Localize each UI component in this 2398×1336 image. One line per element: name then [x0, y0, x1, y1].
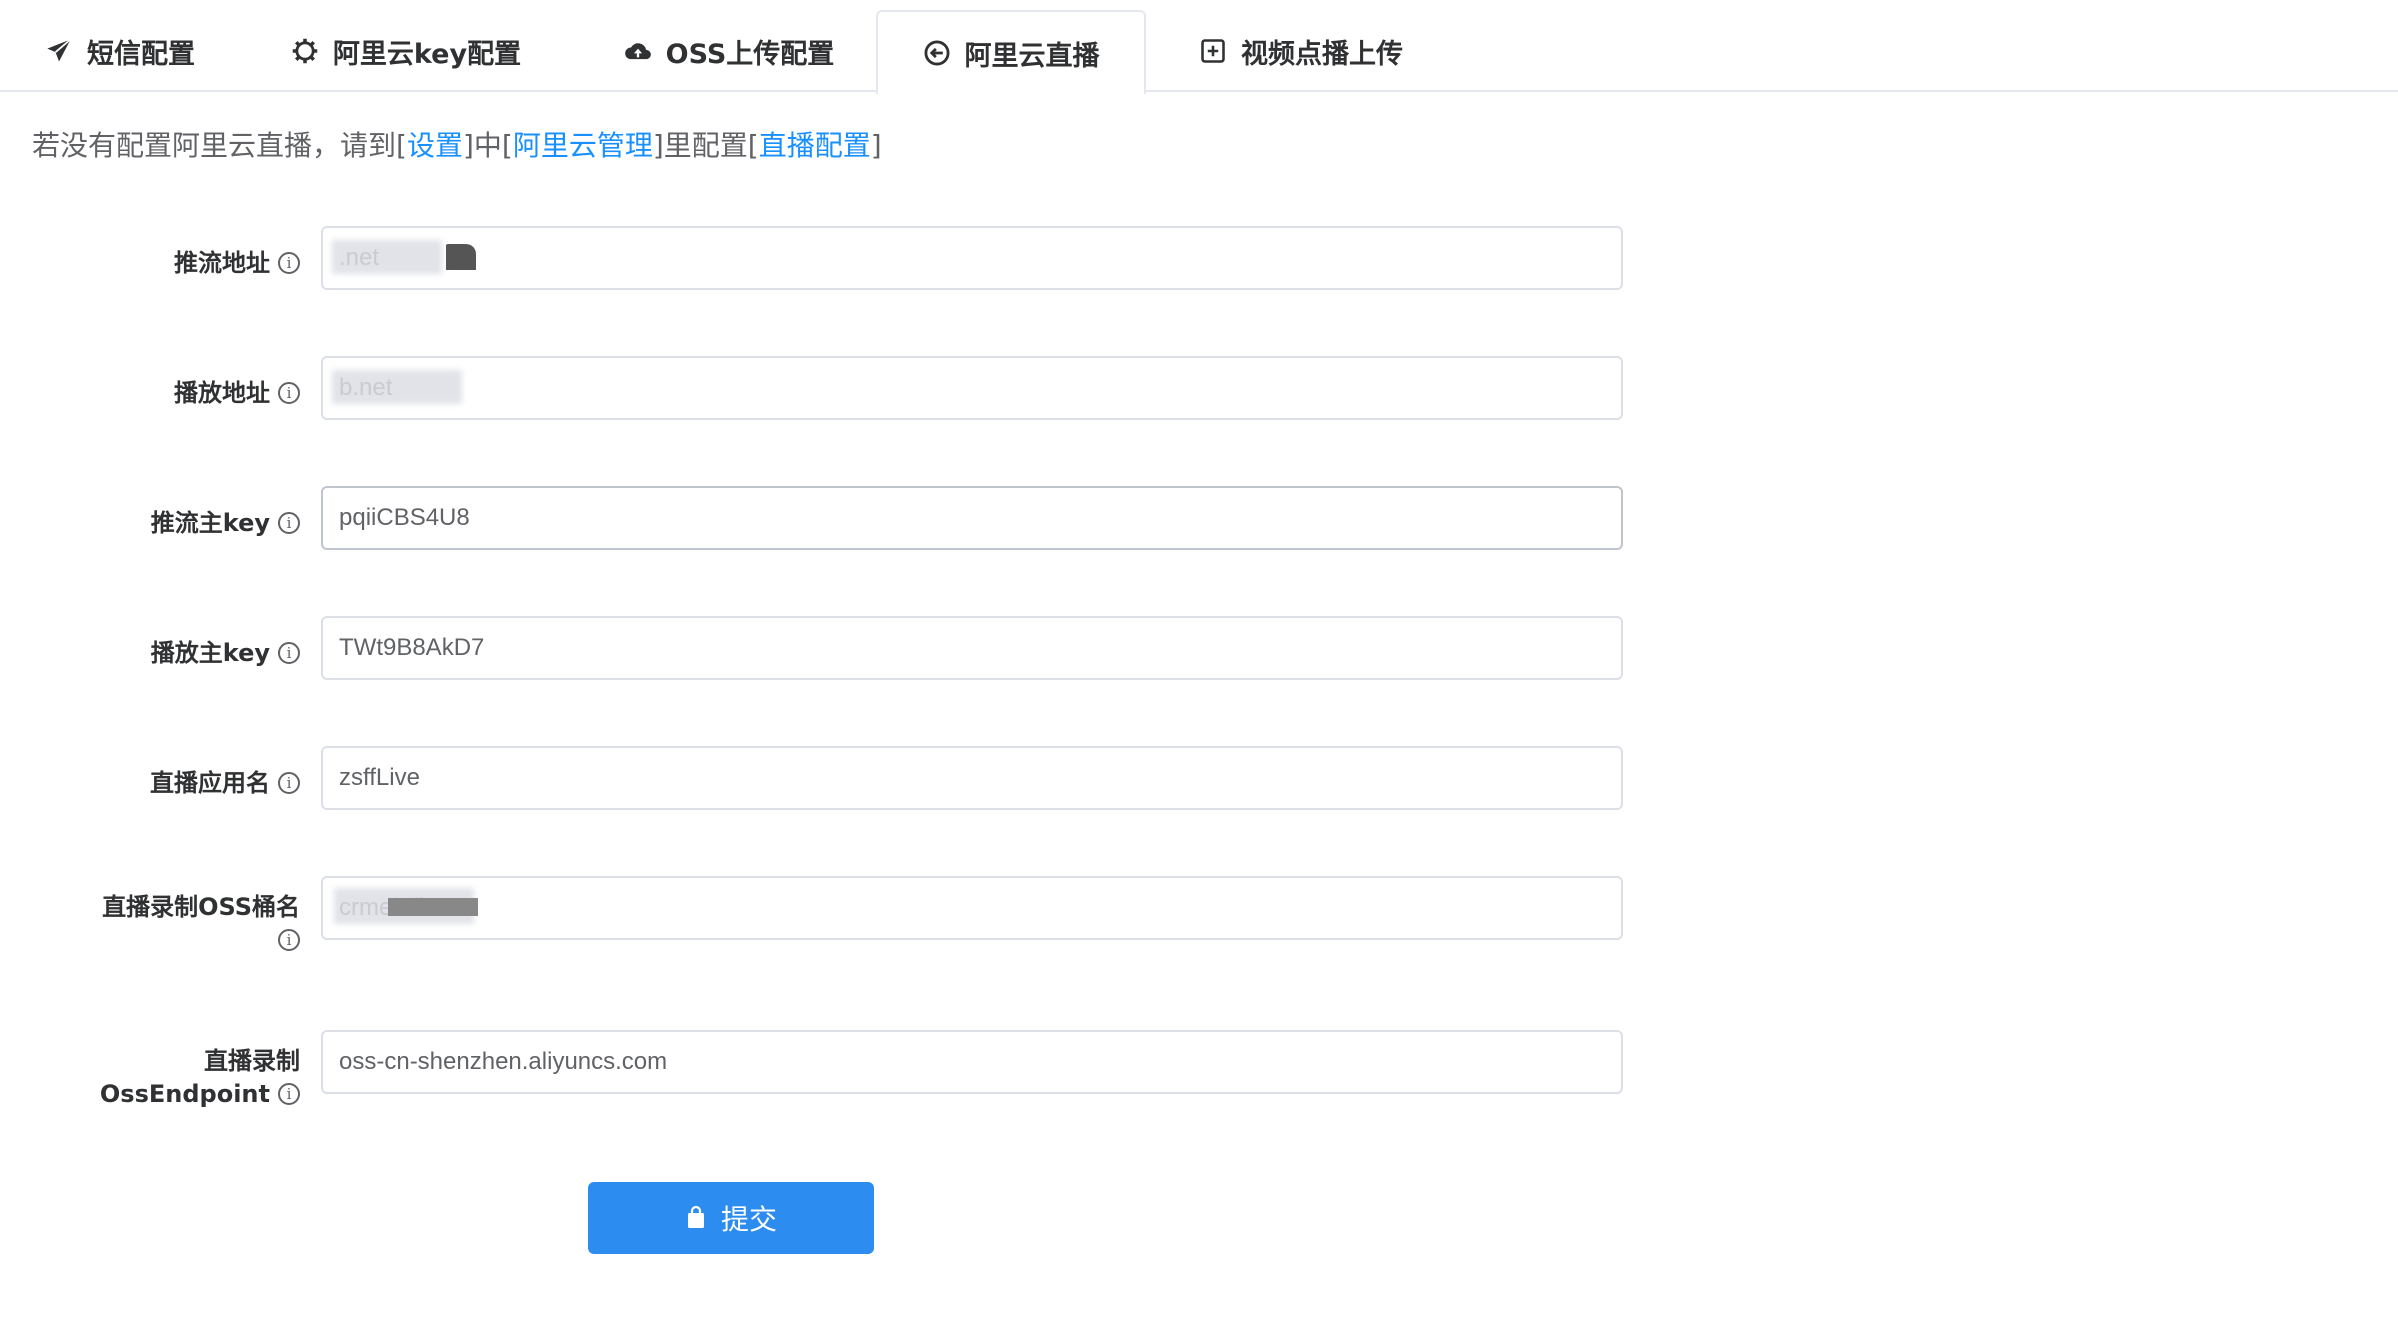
oss-bucket-input[interactable]	[321, 876, 1623, 940]
tab-label: 阿里云key配置	[332, 38, 522, 70]
redaction-mask	[332, 240, 442, 274]
tab-sms-config[interactable]: 短信配置	[30, 10, 210, 92]
app-name-input[interactable]	[321, 746, 1623, 810]
redaction-mask	[446, 244, 476, 270]
submit-label: 提交	[720, 1203, 777, 1236]
redaction-mask	[332, 370, 462, 404]
tab-label: 短信配置	[87, 38, 195, 70]
field-label: 直播应用名 i	[150, 766, 300, 799]
play-key-input[interactable]	[321, 616, 1623, 680]
plus-square-icon	[1199, 37, 1227, 65]
info-icon[interactable]: i	[278, 772, 300, 794]
cloud-upload-icon	[624, 37, 652, 65]
field-label: 播放地址 i	[174, 376, 300, 409]
circle-arrow-left-icon	[923, 39, 951, 67]
play-domain-input[interactable]	[321, 356, 1623, 420]
info-icon[interactable]: i	[278, 929, 300, 951]
info-icon[interactable]: i	[278, 512, 300, 534]
tab-aliyun-key-config[interactable]: 阿里云key配置	[286, 10, 526, 92]
gear-icon	[291, 37, 319, 65]
field-label: 推流主key i	[151, 506, 300, 539]
field-label: 播放主key i	[151, 636, 300, 669]
tab-oss-upload-config[interactable]: OSS上传配置	[614, 10, 844, 92]
info-icon[interactable]: i	[278, 382, 300, 404]
push-key-input[interactable]	[321, 486, 1623, 550]
tab-label: OSS上传配置	[665, 38, 835, 70]
field-label: 直播录制 OssEndpoint i	[99, 1047, 300, 1108]
tab-vod-upload[interactable]: 视频点播上传	[1186, 10, 1416, 92]
tab-aliyun-live[interactable]: 阿里云直播	[876, 10, 1146, 94]
tab-label: 阿里云直播	[964, 40, 1100, 72]
shopping-bag-icon	[687, 1206, 704, 1228]
tab-bar: 短信配置 阿里云key配置 OSS上传配置 阿里云直播 视频点播上传	[0, 0, 2398, 94]
tab-label: 视频点播上传	[1241, 38, 1403, 70]
field-label: 直播录制OSS桶名 i	[102, 893, 300, 951]
aliyun-manage-link[interactable]: 阿里云管理	[513, 129, 653, 162]
settings-link[interactable]: 设置	[407, 129, 463, 162]
info-icon[interactable]: i	[278, 642, 300, 664]
oss-endpoint-input[interactable]	[321, 1030, 1623, 1094]
config-notice: 若没有配置阿里云直播，请到[设置]中[阿里云管理]里配置[直播配置]	[32, 129, 882, 162]
field-label: 推流地址 i	[174, 246, 300, 279]
submit-button[interactable]: 提交	[588, 1182, 874, 1254]
live-config-link[interactable]: 直播配置	[759, 129, 871, 162]
info-icon[interactable]: i	[278, 252, 300, 274]
redaction-mask	[388, 898, 478, 916]
push-domain-input[interactable]	[321, 226, 1623, 290]
paper-plane-icon	[45, 37, 73, 65]
info-icon[interactable]: i	[278, 1083, 300, 1105]
